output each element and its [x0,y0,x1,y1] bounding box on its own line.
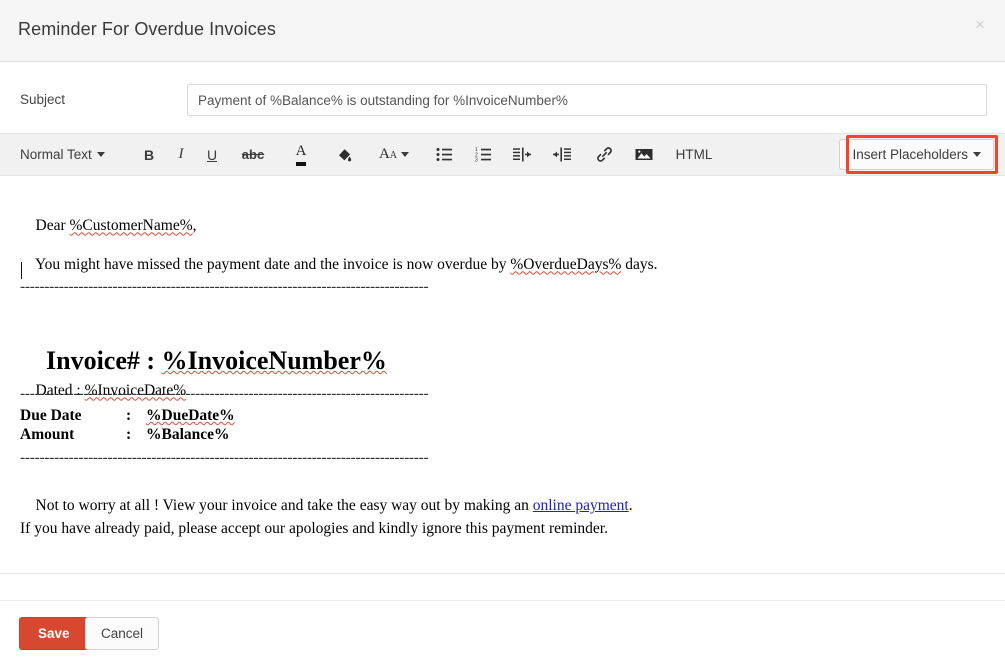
overdue-days-placeholder: %OverdueDays% [510,256,621,273]
save-button[interactable]: Save [19,617,89,650]
numbered-list-icon: 1 2 3 [475,147,492,162]
html-source-button[interactable]: HTML [668,134,720,175]
text-caret [21,262,22,279]
italic-button[interactable]: I [164,134,198,175]
invoice-number-placeholder: %InvoiceNumber% [162,346,387,375]
table-row: Due Date : %DueDate% [20,406,235,425]
increase-indent-button[interactable] [505,134,539,175]
balance-placeholder: %Balance% [146,425,230,444]
greeting-text: Dear [36,217,70,234]
image-icon [635,147,653,162]
customer-name-placeholder: %CustomerName% [70,217,193,234]
numbered-list-button[interactable]: 1 2 3 [466,134,500,175]
modal-footer: Save Cancel [0,601,1005,665]
subject-row: Subject [0,62,1005,133]
decrease-indent-button[interactable] [544,134,578,175]
paint-bucket-icon [336,146,353,163]
overdue-text: You might have missed the payment date a… [35,256,510,273]
page-title: Reminder For Overdue Invoices [18,19,276,40]
cancel-button[interactable]: Cancel [85,617,159,650]
font-size-icon: AA [379,146,397,163]
highlight-color-button[interactable] [328,134,360,175]
online-payment-link[interactable]: online payment [533,497,629,514]
underline-button[interactable]: U [195,134,229,175]
increase-indent-icon [513,147,532,162]
invoice-details-table: Due Date : %DueDate% Amount : %Balance% [20,406,235,444]
divider-rule-bottom: ----------------------------------------… [20,449,490,467]
chevron-down-icon [973,152,981,157]
closing-tail: . [629,497,633,514]
amount-colon: : [126,425,146,444]
decrease-indent-icon [552,147,571,162]
font-color-button[interactable]: A [285,134,317,175]
chevron-down-icon [401,152,409,157]
chevron-down-icon [97,152,105,157]
apology-line: If you have already paid, please accept … [20,521,608,537]
strikethrough-button[interactable]: abc [236,134,270,175]
insert-placeholders-button[interactable]: Insert Placeholders [839,139,994,170]
subject-label: Subject [20,92,65,107]
due-date-placeholder: %DueDate% [146,406,235,425]
overdue-tail: days. [621,256,657,273]
footer-divider-top [0,573,1005,574]
insert-placeholders-label: Insert Placeholders [852,147,968,162]
bulleted-list-button[interactable] [427,134,461,175]
greeting-tail: , [193,217,197,234]
paragraph-style-label: Normal Text [20,147,92,162]
paragraph-style-select[interactable]: Normal Text [12,134,120,175]
bold-button[interactable]: B [132,134,166,175]
due-date-colon: : [126,406,146,425]
font-color-icon: A [296,144,307,166]
email-body-editor[interactable]: Dear %CustomerName%, You might have miss… [0,176,1005,573]
link-icon [596,146,613,163]
font-size-button[interactable]: AA [374,134,414,175]
divider-rule-top: ----------------------------------------… [20,278,490,296]
insert-link-button[interactable] [587,134,621,175]
table-row: Amount : %Balance% [20,425,235,444]
subject-input[interactable] [187,84,987,116]
bulleted-list-icon [436,147,453,162]
amount-key: Amount [20,425,126,444]
close-icon[interactable]: × [969,14,991,36]
modal-header: Reminder For Overdue Invoices × [0,0,1005,62]
closing-text: Not to worry at all ! View your invoice … [36,497,533,514]
svg-text:3: 3 [475,158,478,162]
insert-image-button[interactable] [627,134,661,175]
divider-rule-middle: ----------------------------------------… [20,385,490,403]
editor-toolbar: Normal Text B I U abc A AA [0,133,1005,176]
due-date-key: Due Date [20,406,126,425]
